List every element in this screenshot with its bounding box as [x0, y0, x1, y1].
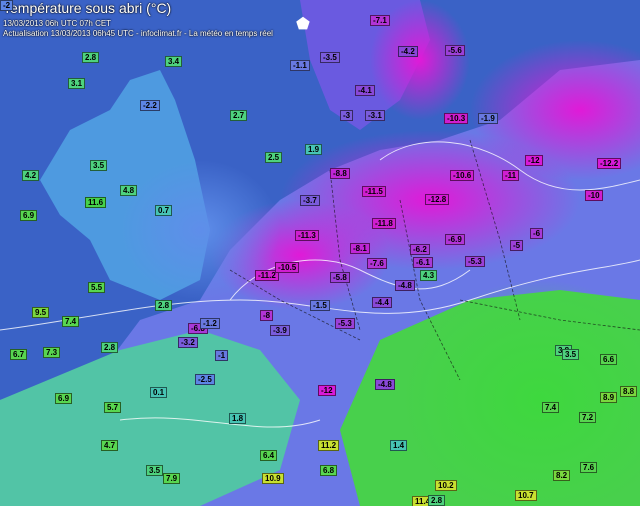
station-temperature-label: 11.6 — [85, 197, 107, 208]
station-temperature-label: -1.2 — [200, 318, 220, 329]
station-temperature-label: -1.9 — [478, 113, 498, 124]
station-temperature-label: 6.6 — [600, 354, 618, 365]
station-temperature-label: 2.8 — [82, 52, 100, 63]
station-temperature-label: -2.2 — [140, 100, 160, 111]
station-temperature-label: -1.1 — [290, 60, 310, 71]
station-temperature-label: -5.6 — [445, 45, 465, 56]
station-temperature-label: -12.8 — [425, 194, 450, 205]
temperature-map: Température sous abri (°C) 13/03/2013 06… — [0, 0, 640, 506]
station-temperature-label: 7.4 — [542, 402, 560, 413]
station-temperature-label: 10.2 — [435, 480, 457, 491]
station-temperature-label: -5.8 — [330, 272, 350, 283]
station-temperature-label: -10 — [585, 190, 603, 201]
station-temperature-label: -4.8 — [375, 379, 395, 390]
station-temperature-label: 2.7 — [230, 110, 248, 121]
station-temperature-label: -2 — [0, 0, 14, 11]
station-temperature-label: 10.7 — [515, 490, 537, 501]
station-temperature-label: 2.8 — [428, 495, 446, 506]
station-temperature-label: 7.2 — [579, 412, 597, 423]
station-temperature-label: 1.8 — [229, 413, 247, 424]
station-temperature-label: -6.1 — [413, 257, 433, 268]
station-temperature-label: -3.5 — [320, 52, 340, 63]
station-temperature-label: -4.4 — [372, 297, 392, 308]
station-temperature-label: 3.4 — [165, 56, 183, 67]
station-temperature-label: -12 — [525, 155, 543, 166]
map-title: Température sous abri (°C) — [3, 0, 172, 16]
station-temperature-label: 3.5 — [146, 465, 164, 476]
station-temperature-label: 9.5 — [32, 307, 50, 318]
station-temperature-label: -1.5 — [310, 300, 330, 311]
station-temperature-label: -10.6 — [450, 170, 475, 181]
station-temperature-label: -4.2 — [398, 46, 418, 57]
station-temperature-label: -6.2 — [410, 244, 430, 255]
station-temperature-label: -5.3 — [465, 256, 485, 267]
station-temperature-label: -12.2 — [597, 158, 622, 169]
station-temperature-label: 1.9 — [305, 144, 323, 155]
station-temperature-label: -7.1 — [370, 15, 390, 26]
station-temperature-label: 7.4 — [62, 316, 80, 327]
station-temperature-label: -11.5 — [362, 186, 386, 197]
station-temperature-label: 6.9 — [20, 210, 38, 221]
station-temperature-label: 2.8 — [155, 300, 173, 311]
station-temperature-label: 2.8 — [101, 342, 119, 353]
station-temperature-label: 10.9 — [262, 473, 284, 484]
station-temperature-label: 8.9 — [600, 392, 618, 403]
station-temperature-label: -1 — [215, 350, 229, 361]
station-temperature-label: 7.6 — [580, 462, 598, 473]
station-temperature-label: -3.2 — [178, 337, 198, 348]
station-temperature-label: -3.1 — [365, 110, 385, 121]
map-background — [0, 0, 640, 506]
station-temperature-label: 11.2 — [318, 440, 340, 451]
station-temperature-label: -5.3 — [335, 318, 355, 329]
station-temperature-label: -11.8 — [372, 218, 396, 229]
station-temperature-label: -6 — [530, 228, 544, 239]
station-temperature-label: 7.9 — [163, 473, 181, 484]
station-temperature-label: 4.2 — [22, 170, 40, 181]
station-temperature-label: -4.8 — [395, 280, 415, 291]
station-temperature-label: -8 — [260, 310, 274, 321]
station-temperature-label: -11 — [502, 170, 520, 181]
station-temperature-label: -4.1 — [355, 85, 375, 96]
station-temperature-label: 4.7 — [101, 440, 119, 451]
station-temperature-label: -12 — [318, 385, 336, 396]
station-temperature-label: 7.3 — [43, 347, 61, 358]
station-temperature-label: 3.5 — [562, 349, 580, 360]
map-update-credit: Actualisation 13/03/2013 06h45 UTC - inf… — [3, 29, 273, 38]
station-temperature-label: 6.7 — [10, 349, 28, 360]
station-temperature-label: -8.8 — [330, 168, 350, 179]
station-temperature-label: -2.5 — [195, 374, 215, 385]
station-temperature-label: -6.9 — [445, 234, 465, 245]
station-temperature-label: -3 — [340, 110, 354, 121]
station-temperature-label: 0.1 — [150, 387, 168, 398]
station-temperature-label: 4.8 — [120, 185, 138, 196]
station-temperature-label: 5.5 — [88, 282, 106, 293]
station-temperature-label: -3.7 — [300, 195, 320, 206]
station-temperature-label: -10.3 — [444, 113, 469, 124]
france-outline-icon: ⬟ — [296, 16, 310, 33]
station-temperature-label: 4.3 — [420, 270, 438, 281]
station-temperature-label: 0.7 — [155, 205, 173, 216]
station-temperature-label: -8.1 — [350, 243, 370, 254]
station-temperature-label: -5 — [510, 240, 524, 251]
station-temperature-label: 1.4 — [390, 440, 408, 451]
station-temperature-label: 6.8 — [320, 465, 338, 476]
station-temperature-label: 2.5 — [265, 152, 283, 163]
station-temperature-label: -3.9 — [270, 325, 290, 336]
station-temperature-label: 6.9 — [55, 393, 73, 404]
station-temperature-label: -11.3 — [295, 230, 319, 241]
station-temperature-label: 6.4 — [260, 450, 278, 461]
station-temperature-label: -10.5 — [275, 262, 300, 273]
station-temperature-label: -7.6 — [367, 258, 387, 269]
station-temperature-label: 5.7 — [104, 402, 122, 413]
station-temperature-label: 3.1 — [68, 78, 86, 89]
station-temperature-label: 8.2 — [553, 470, 571, 481]
station-temperature-label: 8.8 — [620, 386, 638, 397]
map-datetime: 13/03/2013 06h UTC 07h CET — [3, 19, 112, 28]
station-temperature-label: 3.5 — [90, 160, 108, 171]
